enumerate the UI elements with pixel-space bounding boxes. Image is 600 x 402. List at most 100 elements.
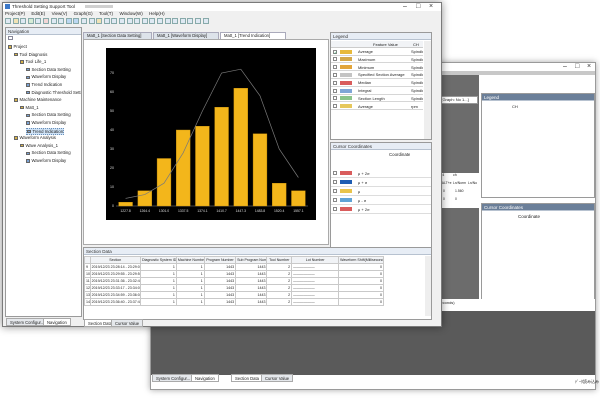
bar[interactable] xyxy=(214,107,229,207)
cursor-checkbox[interactable] xyxy=(333,189,337,193)
toolbar-button[interactable] xyxy=(5,18,11,24)
cursor-row[interactable]: μ + σ xyxy=(331,178,431,187)
table-row[interactable]: 11 2019/12/23 23:31:36 - 23:32:43 1 1 1443 14… xyxy=(84,277,384,285)
legend-row[interactable]: Maximum Spindle xyxy=(331,56,423,64)
menu-window[interactable]: Window(W) xyxy=(119,11,142,16)
menu-tool[interactable]: Tool(T) xyxy=(99,11,113,16)
toolbar-button[interactable] xyxy=(179,18,186,24)
legend-scrollbar[interactable] xyxy=(424,41,431,139)
maximize-button[interactable]: □ xyxy=(416,3,420,10)
cursor-row[interactable]: μ + 2σ xyxy=(331,205,431,214)
toolbar-button[interactable] xyxy=(73,18,80,24)
cursor-color-swatch[interactable] xyxy=(340,198,352,203)
table-row[interactable]: 10 2019/12/23 23:29:55 - 23:29:59 1 1 1443 14… xyxy=(84,270,384,278)
legend-color-swatch[interactable] xyxy=(340,104,352,109)
legend-checkbox[interactable] xyxy=(333,80,337,85)
table-row[interactable]: 14 2019/12/23 23:36:40 - 23:37:43 1 1 1443 14… xyxy=(84,298,384,306)
legend-row[interactable]: ✓ Average Spindle xyxy=(331,48,423,56)
section-col-header[interactable]: Diagnostic System ID xyxy=(139,256,177,264)
close-button[interactable]: × xyxy=(429,3,433,10)
nav-item[interactable]: Project xyxy=(8,44,27,49)
bar[interactable] xyxy=(176,129,191,207)
legend-checkbox[interactable] xyxy=(333,88,337,93)
legend-checkbox[interactable] xyxy=(333,57,337,62)
toolbar-button[interactable] xyxy=(27,18,34,24)
cursor-color-swatch[interactable] xyxy=(340,171,352,176)
bg-tab[interactable]: 2 [Graph: No 1...] xyxy=(436,96,478,104)
legend-checkbox[interactable] xyxy=(333,96,337,101)
bar[interactable] xyxy=(252,133,268,207)
toolbar-button[interactable] xyxy=(58,18,65,24)
bar[interactable] xyxy=(156,158,172,207)
bar[interactable] xyxy=(291,190,306,207)
nav-item[interactable]: Tool Life_1 xyxy=(20,59,46,64)
legend-color-swatch[interactable] xyxy=(340,96,352,101)
tab-navigation[interactable]: Navigation xyxy=(43,318,71,326)
nav-item[interactable]: Tool Diagnosis xyxy=(14,52,47,57)
nav-item[interactable]: Section Data Setting xyxy=(26,150,71,155)
menu-graph[interactable]: Graph(G) xyxy=(74,11,93,16)
menu-project[interactable]: Project(P) xyxy=(5,11,25,16)
menu-help[interactable]: Help(H) xyxy=(149,11,165,16)
nav-item[interactable]: Waveform Display xyxy=(26,158,66,163)
toolbar-button[interactable] xyxy=(202,18,209,24)
section-col-header[interactable]: Lot Number xyxy=(291,256,340,264)
toolbar-button[interactable] xyxy=(12,18,19,24)
legend-checkbox[interactable] xyxy=(333,72,337,77)
trend-chart[interactable]: 70 60 50 40 30 20 10 0 1227.8 1264.4 1301.0 1337.5 1… xyxy=(106,48,316,220)
menu-view[interactable]: View(V) xyxy=(52,11,68,16)
toolbar-button[interactable] xyxy=(126,18,133,24)
table-row[interactable]: 9 2019/12/23 23:28:14 - 23:29:03 1 1 1443 144… xyxy=(84,263,384,271)
nav-item[interactable]: Trend Indication xyxy=(26,82,62,87)
bg-close-button[interactable]: × xyxy=(587,63,591,70)
minimize-button[interactable]: – xyxy=(403,3,407,10)
toolbar-button[interactable] xyxy=(149,18,156,24)
nav-item[interactable]: Section Data Setting xyxy=(26,112,71,117)
bar[interactable] xyxy=(137,190,152,207)
table-row[interactable]: 13 2019/12/23 23:34:59 - 23:36:04 1 1 1443 14… xyxy=(84,291,384,299)
legend-row[interactable]: Minimum Spindle xyxy=(331,64,423,72)
toolbar-button[interactable] xyxy=(172,18,179,24)
toolbar-button[interactable] xyxy=(65,18,72,24)
toolbar-button[interactable] xyxy=(157,18,163,24)
bg-tab-cursor-value[interactable]: Cursor Value xyxy=(261,374,294,382)
toolbar-button[interactable] xyxy=(119,18,125,24)
legend-color-swatch[interactable] xyxy=(340,88,352,93)
toolbar-button[interactable] xyxy=(43,18,49,24)
legend-row[interactable]: Specified Section Average Spindle xyxy=(331,71,423,79)
toolbar-button[interactable] xyxy=(141,18,148,24)
tab-trend-indication[interactable]: Matt_1 [Trend Indication] xyxy=(220,32,286,39)
nav-item[interactable]: Machine Maintenance xyxy=(14,97,62,102)
toolbar-button[interactable] xyxy=(20,18,27,24)
tab-waveform-display[interactable]: Matt_1 [Waveform Display] xyxy=(153,32,219,39)
cursor-row[interactable]: μ - σ xyxy=(331,196,431,205)
tab-section-data-setting[interactable]: Matt_1 [Section Data Setting] xyxy=(83,32,152,39)
bar[interactable] xyxy=(195,125,210,207)
toolbar-button[interactable] xyxy=(134,18,141,24)
cursor-checkbox[interactable] xyxy=(333,207,337,211)
cursor-checkbox[interactable] xyxy=(333,171,337,175)
legend-row[interactable]: Integral Spindle xyxy=(331,87,423,95)
cursor-row[interactable]: μ + 2σ xyxy=(331,169,431,178)
bg-tab-system-config[interactable]: System Configur... xyxy=(152,374,195,382)
toolbar-button[interactable] xyxy=(35,18,42,24)
legend-row[interactable]: Median Spindle xyxy=(331,79,423,87)
bar[interactable] xyxy=(118,201,133,207)
cursor-color-swatch[interactable] xyxy=(340,189,352,194)
cursor-color-swatch[interactable] xyxy=(340,180,352,185)
cursor-color-swatch[interactable] xyxy=(340,207,352,212)
legend-checkbox[interactable] xyxy=(333,104,337,109)
nav-item[interactable]: Diagnostic Threshold Setting xyxy=(26,90,81,95)
tab-cursor-value[interactable]: Cursor Value xyxy=(111,319,144,327)
nav-item[interactable]: Trend Indication xyxy=(26,127,65,135)
section-col-header[interactable]: Program Number xyxy=(203,256,237,264)
legend-color-swatch[interactable] xyxy=(340,65,352,70)
section-col-header[interactable]: Tool Number xyxy=(266,256,293,264)
toolbar-button[interactable] xyxy=(164,18,171,24)
cursor-checkbox[interactable] xyxy=(333,180,337,184)
legend-color-swatch[interactable] xyxy=(340,49,352,54)
bg-maximize-button[interactable]: □ xyxy=(575,63,579,70)
legend-color-swatch[interactable] xyxy=(340,80,352,85)
nav-item[interactable]: Waveform Analysis xyxy=(14,135,56,140)
section-col-header[interactable]: Sub Program Number xyxy=(235,256,268,264)
